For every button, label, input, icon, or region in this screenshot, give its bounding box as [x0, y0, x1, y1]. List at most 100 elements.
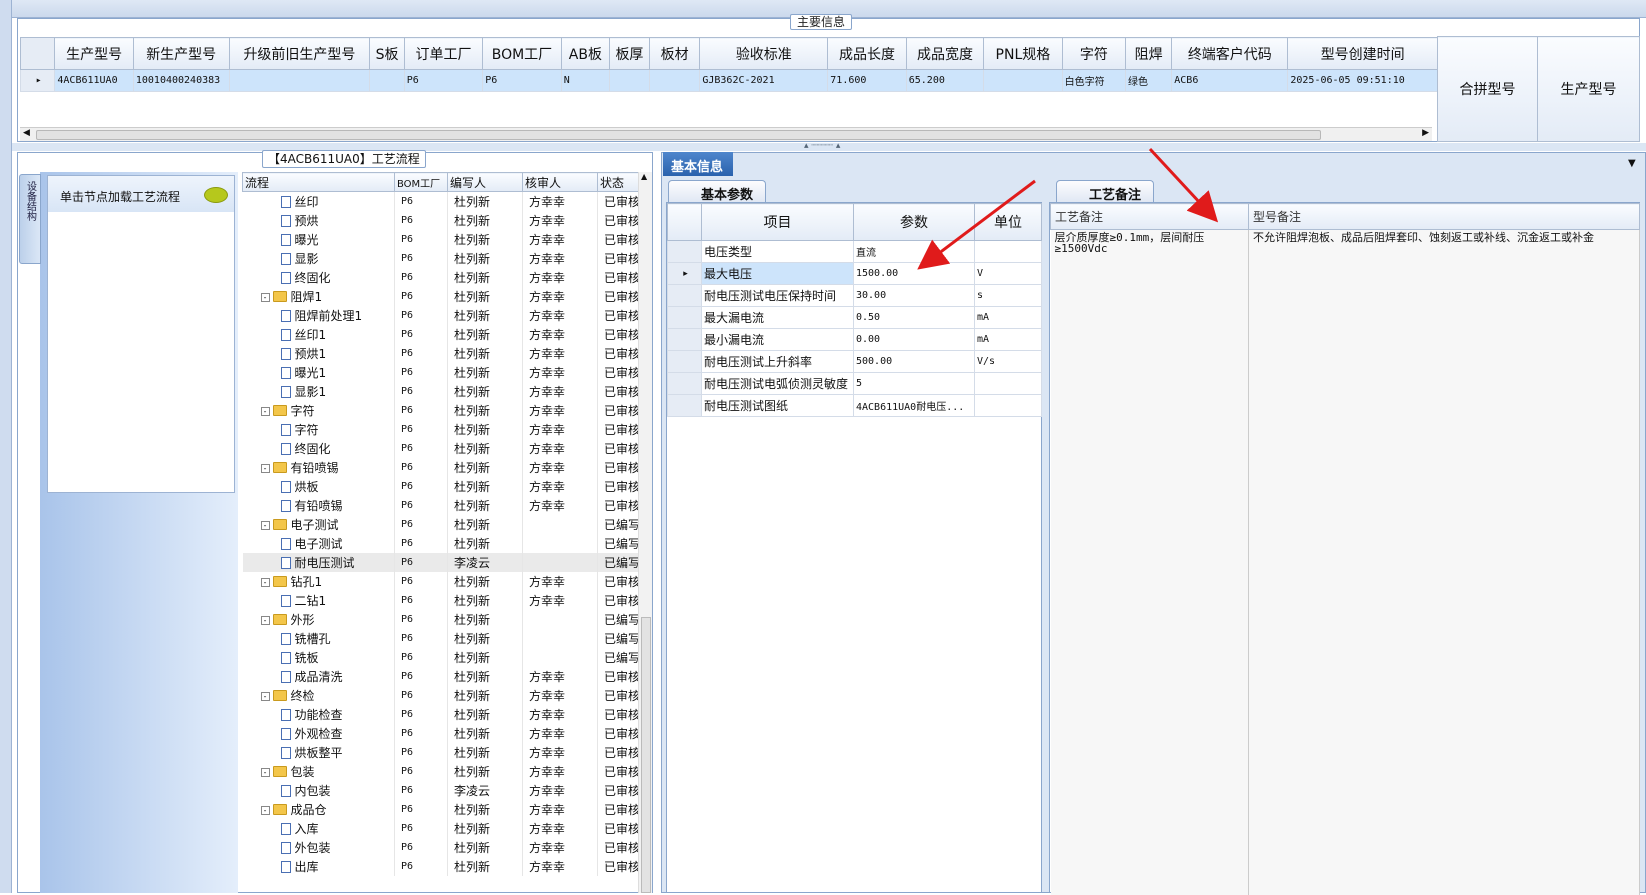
- param-row[interactable]: 耐电压测试图纸 4ACB611UA0耐电压...: [667, 394, 1042, 417]
- flow-node[interactable]: 铣板: [242, 647, 395, 667]
- main-cell-0[interactable]: 4ACB611UA0: [54, 69, 134, 92]
- row-selector-header[interactable]: [19, 37, 56, 70]
- flow-node[interactable]: 烘板: [242, 476, 395, 496]
- load-flow-box[interactable]: [47, 175, 235, 493]
- tree-scrollbar-thumb[interactable]: [641, 617, 651, 893]
- param-row-selector[interactable]: [667, 284, 702, 307]
- param-row[interactable]: 耐电压测试电压保持时间 30.00 s: [667, 284, 1042, 307]
- param-row-selector[interactable]: [667, 350, 702, 373]
- param-unit-cell[interactable]: s: [974, 284, 1042, 307]
- param-value-cell[interactable]: 1500.00: [853, 262, 975, 285]
- param-row-selector[interactable]: [667, 394, 702, 417]
- scroll-up-icon[interactable]: ▲: [641, 172, 647, 181]
- param-unit-cell[interactable]: mA: [974, 306, 1042, 329]
- flow-node[interactable]: 字符: [242, 419, 395, 439]
- flow-row[interactable]: - 外形 P6 杜列新 已编写: [242, 609, 638, 629]
- basic-info-tab[interactable]: 基本信息: [663, 152, 733, 176]
- param-item-cell[interactable]: 耐电压测试电弧侦测灵敏度: [701, 372, 854, 395]
- main-cell-16[interactable]: 2025-06-05 09:51:10: [1287, 69, 1438, 92]
- col-header-2[interactable]: 升级前旧生产型号: [228, 37, 371, 70]
- panel-menu-icon[interactable]: ▼: [1628, 158, 1636, 169]
- horizontal-splitter[interactable]: ▴ ┈┈┈┈ ▴: [12, 141, 1646, 151]
- flow-row[interactable]: 铣板 P6 杜列新 已编写: [242, 647, 638, 667]
- param-item-cell[interactable]: 最小漏电流: [701, 328, 854, 351]
- flow-row[interactable]: - 包装 P6 杜列新 方幸幸 已审核: [242, 761, 638, 781]
- col-header-6[interactable]: AB板: [560, 37, 611, 70]
- col-header-11[interactable]: 成品宽度: [905, 37, 985, 70]
- col-header-9[interactable]: 验收标准: [699, 37, 829, 70]
- status-header[interactable]: 状态: [597, 172, 638, 192]
- param-row[interactable]: 耐电压测试电弧侦测灵敏度 5: [667, 372, 1042, 395]
- equipment-structure-tab[interactable]: 设备结构: [19, 174, 41, 264]
- flow-node[interactable]: 耐电压测试: [242, 552, 395, 572]
- item-header[interactable]: 项目: [701, 203, 854, 241]
- main-info-row[interactable]: ▸ 4ACB611UA0 10010400240383 P6 P6 N GJB362C-2…: [19, 69, 1438, 92]
- flow-node[interactable]: - 钻孔1: [242, 571, 395, 591]
- flow-row[interactable]: 耐电压测试 P6 李凌云 已编写: [242, 552, 638, 572]
- main-cell-5[interactable]: P6: [482, 69, 562, 92]
- param-row[interactable]: 耐电压测试上升斜率 500.00 V/s: [667, 350, 1042, 373]
- main-cell-7[interactable]: [609, 69, 650, 92]
- col-header-12[interactable]: PNL规格: [983, 37, 1063, 70]
- collapse-toggle-icon[interactable]: -: [260, 691, 270, 701]
- flow-row[interactable]: 烘板 P6 杜列新 方幸幸 已审核: [242, 476, 638, 496]
- param-row-selector[interactable]: [667, 372, 702, 395]
- flow-row[interactable]: 预烘1 P6 杜列新 方幸幸 已审核: [242, 343, 638, 363]
- param-value-cell[interactable]: 30.00: [853, 284, 975, 307]
- col-header-1[interactable]: 新生产型号: [132, 37, 230, 70]
- flow-node[interactable]: - 成品仓: [242, 799, 395, 819]
- flow-node[interactable]: 内包装: [242, 780, 395, 800]
- production-model-header[interactable]: 生产型号: [1537, 36, 1640, 142]
- flow-node[interactable]: - 有铅喷锡: [242, 457, 395, 477]
- params-row-selector[interactable]: [667, 203, 702, 241]
- param-unit-cell[interactable]: V: [974, 262, 1042, 285]
- flow-node[interactable]: 终固化: [242, 438, 395, 458]
- param-row-selector[interactable]: [667, 240, 702, 263]
- model-note-header[interactable]: 型号备注: [1248, 203, 1640, 230]
- flow-row[interactable]: 电子测试 P6 杜列新 已编写: [242, 533, 638, 553]
- param-unit-cell[interactable]: V/s: [974, 350, 1042, 373]
- flow-node[interactable]: 显影1: [242, 381, 395, 401]
- param-value-cell[interactable]: 4ACB611UA0耐电压...: [853, 394, 975, 417]
- flow-row[interactable]: 丝印1 P6 杜列新 方幸幸 已审核: [242, 324, 638, 344]
- collapse-toggle-icon[interactable]: -: [260, 463, 270, 473]
- param-item-cell[interactable]: 耐电压测试图纸: [701, 394, 854, 417]
- param-value-cell[interactable]: 500.00: [853, 350, 975, 373]
- flow-row[interactable]: 二钻1 P6 杜列新 方幸幸 已审核: [242, 590, 638, 610]
- collapse-toggle-icon[interactable]: -: [260, 615, 270, 625]
- col-header-0[interactable]: 生产型号: [54, 37, 134, 70]
- param-row[interactable]: ▸ 最大电压 1500.00 V: [667, 262, 1042, 285]
- main-cell-13[interactable]: 白色字符: [1061, 69, 1127, 92]
- param-row-selector[interactable]: ▸: [667, 262, 702, 285]
- flow-row[interactable]: 终固化 P6 杜列新 方幸幸 已审核: [242, 438, 638, 458]
- flow-node[interactable]: 出库: [242, 856, 395, 876]
- flow-node[interactable]: 阻焊前处理1: [242, 305, 395, 325]
- main-cell-14[interactable]: 绿色: [1125, 69, 1173, 92]
- col-header-3[interactable]: S板: [369, 37, 405, 70]
- flow-row[interactable]: - 钻孔1 P6 杜列新 方幸幸 已审核: [242, 571, 638, 591]
- param-value-cell[interactable]: 0.50: [853, 306, 975, 329]
- basic-params-tab[interactable]: 基本参数: [668, 180, 766, 203]
- param-row[interactable]: 最小漏电流 0.00 mA: [667, 328, 1042, 351]
- flow-node[interactable]: 有铅喷锡: [242, 495, 395, 515]
- flow-node[interactable]: 成品清洗: [242, 666, 395, 686]
- param-unit-cell[interactable]: [974, 372, 1042, 395]
- flow-node[interactable]: - 终检: [242, 685, 395, 705]
- param-unit-cell[interactable]: [974, 240, 1042, 263]
- col-header-4[interactable]: 订单工厂: [403, 37, 484, 70]
- flow-row[interactable]: - 成品仓 P6 杜列新 方幸幸 已审核: [242, 799, 638, 819]
- collapse-toggle-icon[interactable]: -: [260, 292, 270, 302]
- collapse-toggle-icon[interactable]: -: [260, 767, 270, 777]
- flow-node[interactable]: 功能检查: [242, 704, 395, 724]
- flow-row[interactable]: - 电子测试 P6 杜列新 已编写: [242, 514, 638, 534]
- main-cell-4[interactable]: P6: [403, 69, 484, 92]
- main-cell-10[interactable]: 71.600: [827, 69, 907, 92]
- param-unit-cell[interactable]: [974, 394, 1042, 417]
- param-row-selector[interactable]: [667, 306, 702, 329]
- unit-header[interactable]: 单位: [974, 203, 1042, 241]
- col-header-7[interactable]: 板厚: [609, 37, 650, 70]
- param-item-cell[interactable]: 最大电压: [701, 262, 854, 285]
- flow-row[interactable]: 终固化 P6 杜列新 方幸幸 已审核: [242, 267, 638, 287]
- flow-node[interactable]: 烘板整平: [242, 742, 395, 762]
- param-value-cell[interactable]: 直流: [853, 240, 975, 263]
